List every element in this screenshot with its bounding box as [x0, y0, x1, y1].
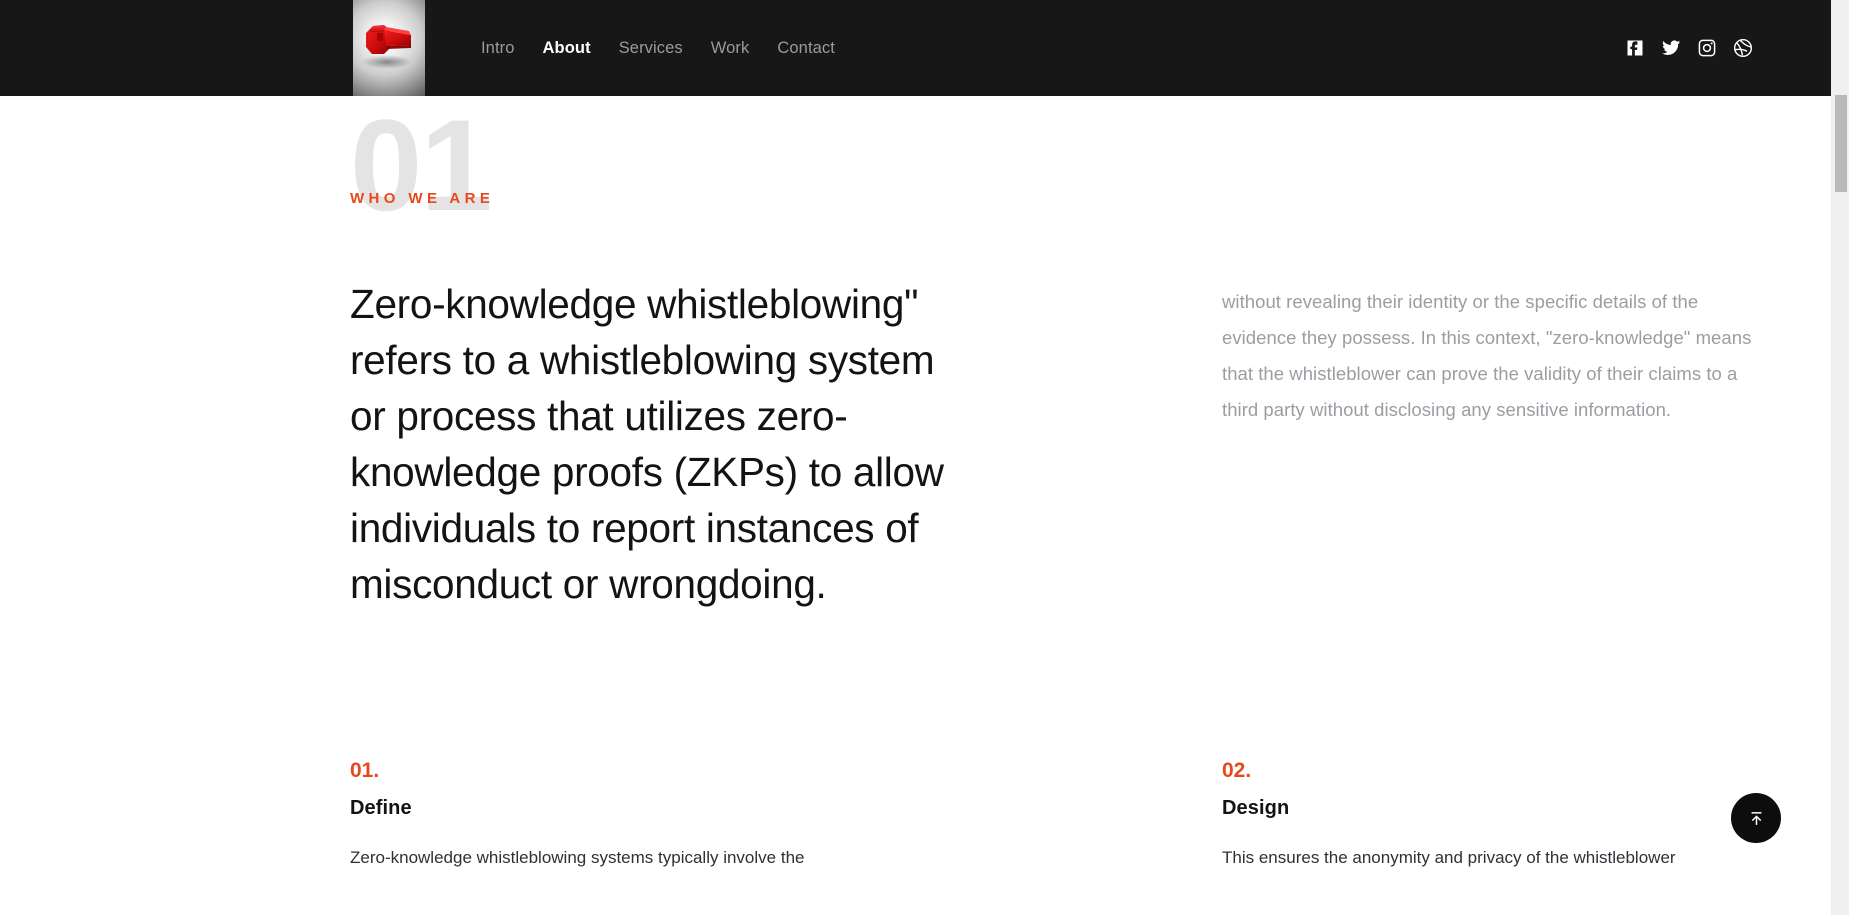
- step-number: 01.: [350, 759, 380, 782]
- hero-body-paragraph: without revealing their identity or the …: [1222, 291, 1752, 420]
- dribbble-link[interactable]: [1733, 38, 1753, 58]
- hero-right-column: without revealing their identity or the …: [1222, 276, 1752, 612]
- scroll-to-top-button[interactable]: [1731, 793, 1781, 843]
- facebook-icon: [1627, 40, 1643, 56]
- page-root: Intro About Services Work Contact 01 WHO…: [0, 0, 1849, 915]
- step-title: Define: [350, 797, 412, 819]
- scroll-to-top-icon: [1751, 811, 1761, 825]
- step-text: Zero-knowledge whistleblowing systems ty…: [350, 848, 805, 867]
- hero-grid: Zero-knowledge whistleblowing" refers to…: [350, 276, 1751, 612]
- site-logo[interactable]: [353, 0, 425, 96]
- site-header: Intro About Services Work Contact: [0, 0, 1831, 96]
- page-scrollbar[interactable]: [1831, 0, 1849, 915]
- social-links: [1625, 0, 1753, 96]
- nav-item-contact[interactable]: Contact: [763, 0, 849, 96]
- steps-grid: 01. Define Zero-knowledge whistleblowing…: [350, 760, 1680, 873]
- main-navigation: Intro About Services Work Contact: [467, 0, 849, 96]
- hero-left-column: Zero-knowledge whistleblowing" refers to…: [350, 276, 962, 612]
- dribbble-icon: [1733, 38, 1753, 58]
- section-kicker: WHO WE ARE: [350, 190, 495, 207]
- nav-item-services[interactable]: Services: [605, 0, 697, 96]
- twitter-icon: [1662, 40, 1681, 55]
- twitter-link[interactable]: [1661, 38, 1681, 58]
- step-number: 02.: [1222, 759, 1252, 782]
- hero-headline: Zero-knowledge whistleblowing" refers to…: [350, 281, 944, 607]
- step-text: This ensures the anonymity and privacy o…: [1222, 848, 1676, 867]
- main-content: 01 WHO WE ARE Zero-knowledge whistleblow…: [0, 96, 1831, 873]
- nav-item-about[interactable]: About: [529, 0, 605, 96]
- section-number: 01: [350, 92, 493, 238]
- facebook-link[interactable]: [1625, 38, 1645, 58]
- nav-item-work[interactable]: Work: [697, 0, 764, 96]
- whistle-logo-icon: [362, 25, 412, 69]
- nav-item-intro[interactable]: Intro: [467, 0, 529, 96]
- section-header: 01 WHO WE ARE: [0, 96, 1831, 276]
- step-card: 01. Define Zero-knowledge whistleblowing…: [350, 760, 962, 873]
- instagram-link[interactable]: [1697, 38, 1717, 58]
- scrollbar-thumb[interactable]: [1835, 95, 1847, 192]
- instagram-icon: [1698, 39, 1716, 57]
